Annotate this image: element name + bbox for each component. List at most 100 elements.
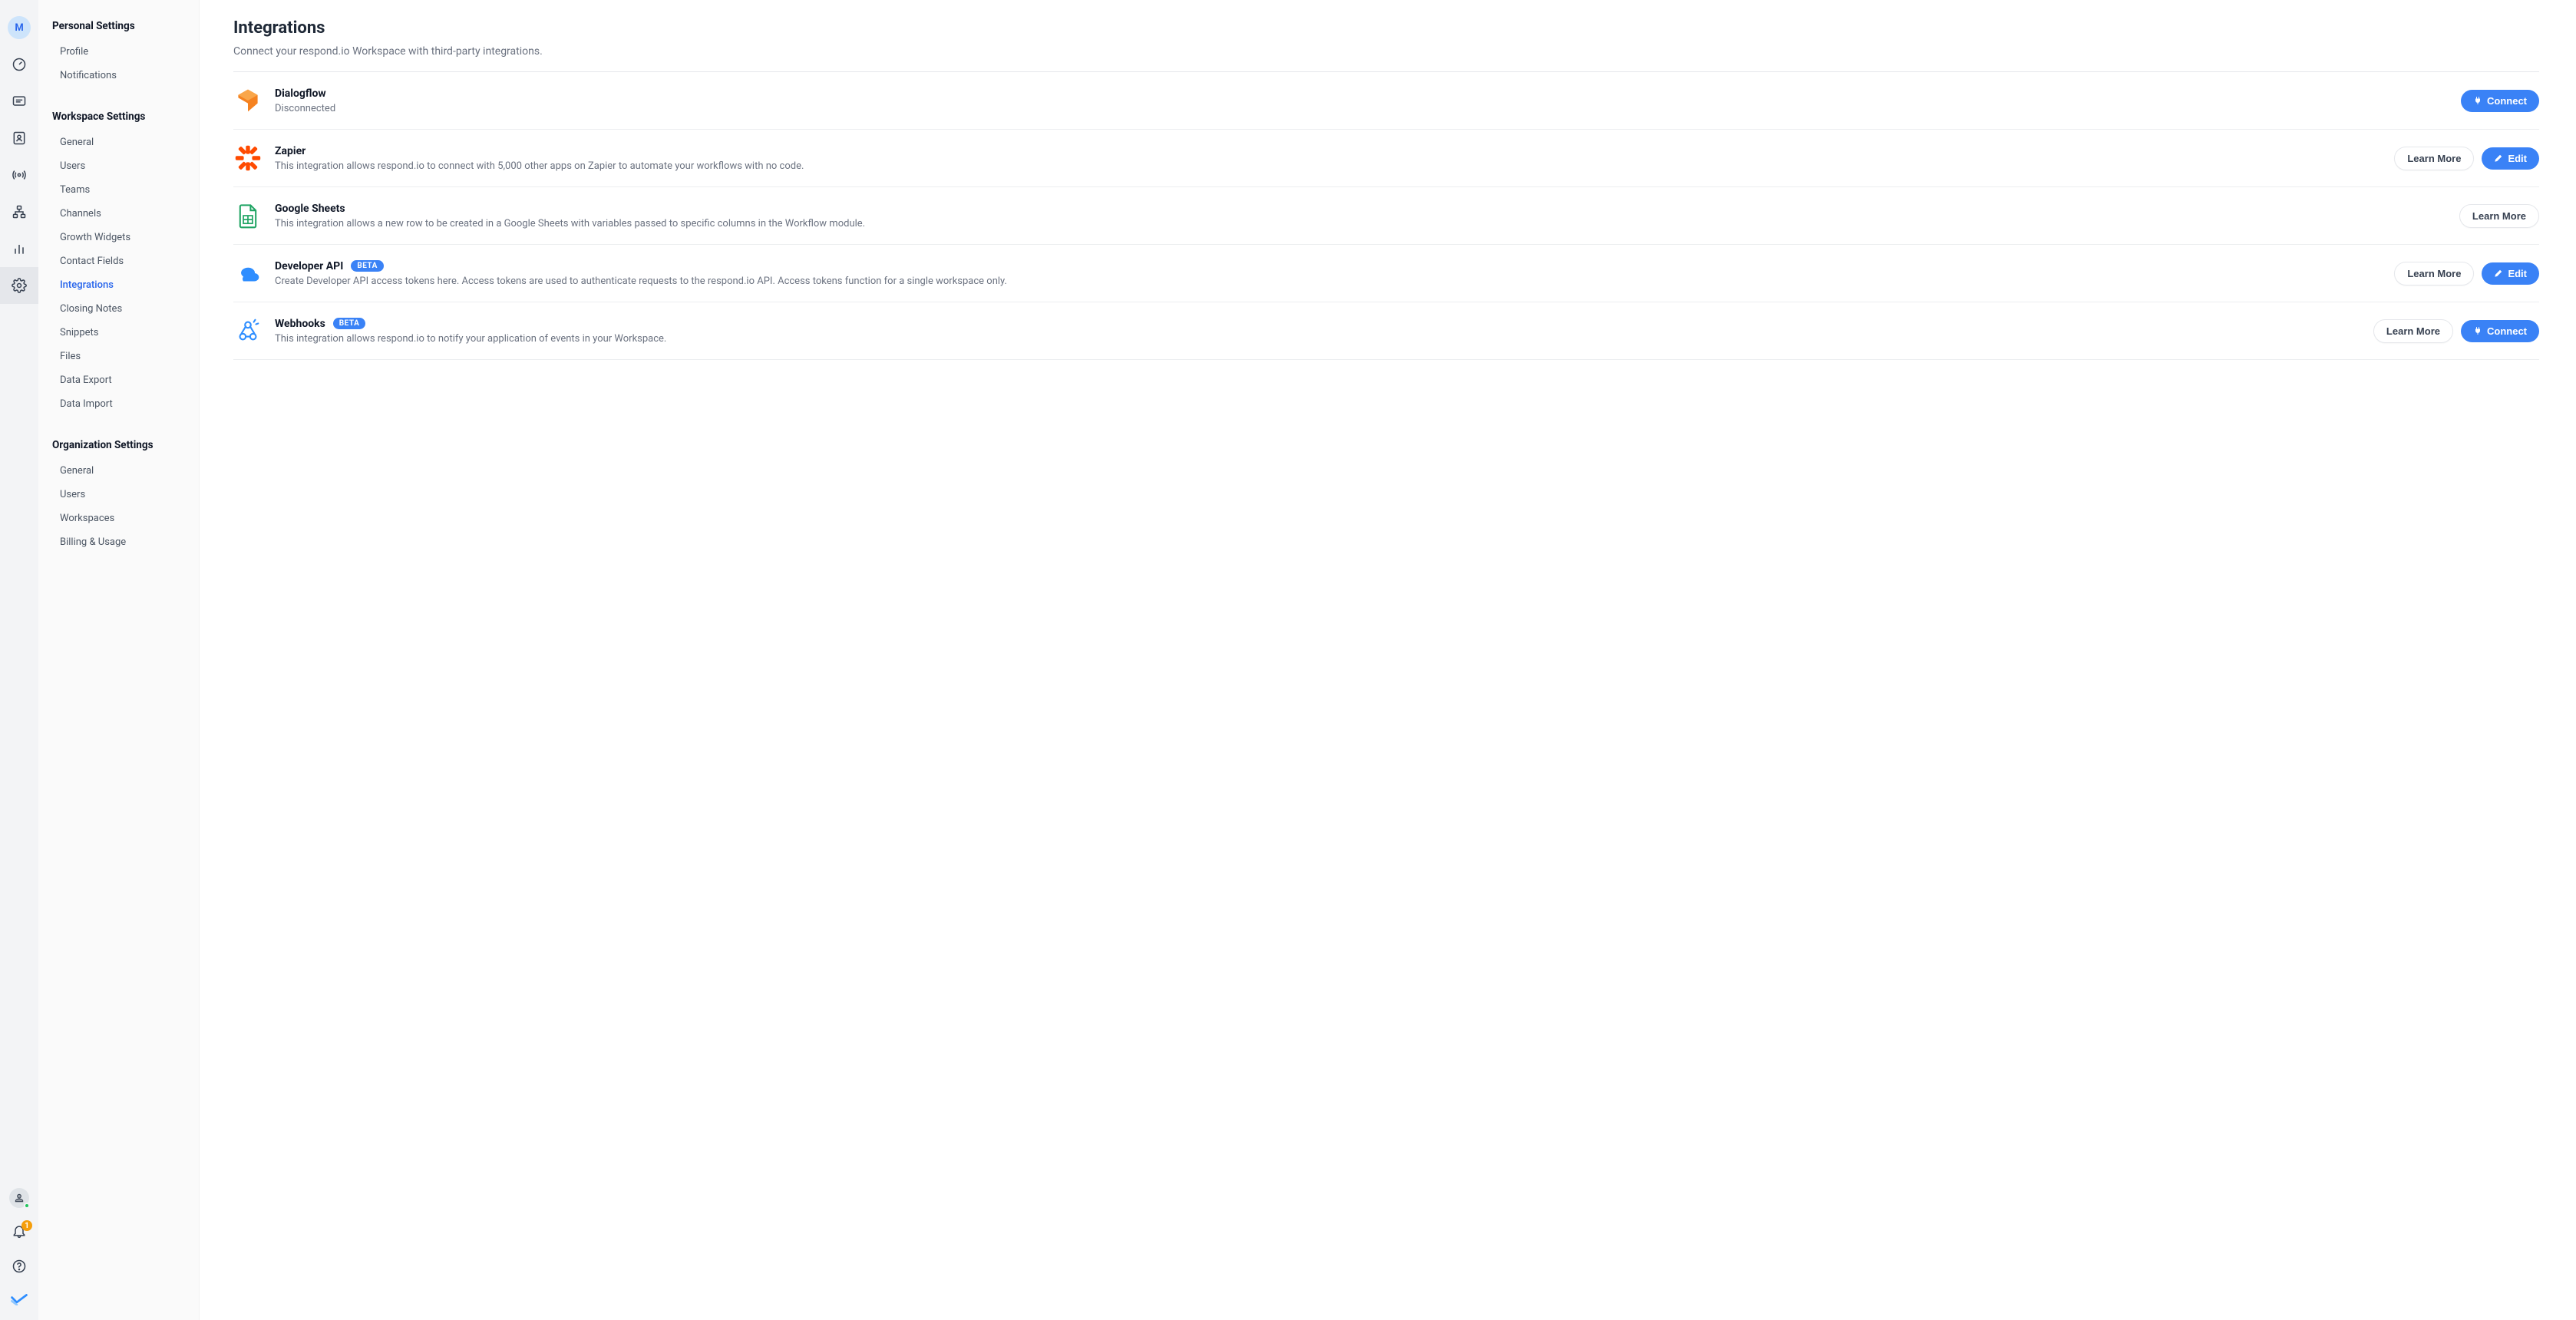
dialogflow-icon [233, 86, 263, 115]
integration-actions: Learn More Edit [2394, 262, 2539, 285]
broadcast-icon [12, 167, 27, 183]
learn-more-label: Learn More [2386, 325, 2440, 337]
page-subtitle: Connect your respond.io Workspace with t… [233, 45, 2539, 58]
gear-icon [12, 278, 27, 293]
nav-dashboard[interactable] [0, 46, 38, 83]
integration-row-googlesheets: Google Sheets This integration allows a n… [233, 187, 2539, 245]
webhooks-icon [233, 316, 263, 345]
sidebar-heading: Workspace Settings [38, 106, 199, 130]
sidebar-item-workspaces[interactable]: Workspaces [38, 507, 199, 530]
edit-button[interactable]: Edit [2482, 262, 2539, 285]
zapier-icon [233, 144, 263, 173]
notification-badge: 1 [21, 1220, 32, 1231]
integration-body: Webhooks BETA This integration allows resp… [275, 318, 2361, 345]
connect-button[interactable]: Connect [2461, 320, 2539, 342]
help-button[interactable] [0, 1251, 38, 1282]
connect-label: Connect [2487, 95, 2527, 107]
edit-label: Edit [2508, 153, 2527, 164]
nav-contacts[interactable] [0, 120, 38, 157]
integration-subtitle: This integration allows respond.io to co… [275, 160, 2382, 172]
devapi-icon [233, 259, 263, 288]
person-icon [14, 1193, 25, 1203]
integration-title: Zapier [275, 145, 305, 157]
learn-more-label: Learn More [2407, 153, 2461, 164]
logo-icon [11, 1293, 28, 1305]
sidebar-item-general[interactable]: General [38, 459, 199, 483]
gauge-icon [12, 57, 27, 72]
integration-body: Google Sheets This integration allows a n… [275, 203, 2447, 229]
settings-sidebar: Personal SettingsProfileNotifications Wor… [38, 0, 200, 1320]
sitemap-icon [12, 204, 27, 219]
learn-more-button[interactable]: Learn More [2459, 204, 2539, 228]
integration-actions: Learn More [2459, 204, 2539, 228]
integration-row-dialogflow: Dialogflow Disconnected Connect [233, 72, 2539, 130]
beta-badge: BETA [351, 260, 384, 272]
beta-badge: BETA [333, 318, 366, 329]
page-title: Integrations [233, 18, 2539, 38]
sidebar-heading: Organization Settings [38, 434, 199, 459]
integration-title: Dialogflow [275, 87, 326, 100]
sidebar-item-billing-usage[interactable]: Billing & Usage [38, 530, 199, 554]
presence-dot [24, 1203, 30, 1209]
message-icon [12, 94, 27, 109]
edit-label: Edit [2508, 268, 2527, 279]
integration-subtitle: This integration allows respond.io to no… [275, 333, 2361, 345]
workspace-avatar[interactable]: M [0, 9, 38, 46]
sidebar-item-closing-notes[interactable]: Closing Notes [38, 297, 199, 321]
sidebar-item-growth-widgets[interactable]: Growth Widgets [38, 226, 199, 249]
integration-subtitle: Disconnected [275, 103, 2449, 114]
nav-messages[interactable] [0, 83, 38, 120]
workspace-avatar-letter: M [8, 16, 31, 39]
integration-actions: Connect [2461, 90, 2539, 112]
integration-row-webhooks: Webhooks BETA This integration allows resp… [233, 302, 2539, 360]
sidebar-item-integrations[interactable]: Integrations [38, 273, 199, 297]
learn-more-button[interactable]: Learn More [2394, 147, 2474, 170]
sidebar-heading: Personal Settings [38, 15, 199, 40]
learn-more-button[interactable]: Learn More [2373, 319, 2453, 343]
contact-icon [12, 130, 27, 146]
sidebar-item-files[interactable]: Files [38, 345, 199, 368]
integration-actions: Learn More Connect [2373, 319, 2539, 343]
sidebar-item-data-import[interactable]: Data Import [38, 392, 199, 416]
integration-list: Dialogflow Disconnected Connect Zapier This … [233, 72, 2539, 360]
integration-title: Google Sheets [275, 203, 345, 215]
sidebar-item-general[interactable]: General [38, 130, 199, 154]
googlesheets-icon [233, 201, 263, 230]
integration-body: Dialogflow Disconnected [275, 87, 2449, 114]
notifications-bell[interactable]: 1 [0, 1216, 38, 1246]
integration-actions: Learn More Edit [2394, 147, 2539, 170]
integration-title: Developer API [275, 260, 343, 272]
sidebar-item-notifications[interactable]: Notifications [38, 64, 199, 87]
sidebar-item-users[interactable]: Users [38, 483, 199, 507]
nav-broadcast[interactable] [0, 157, 38, 193]
integration-body: Zapier This integration allows respond.io… [275, 145, 2382, 172]
icon-rail: M [0, 0, 38, 1320]
sidebar-item-contact-fields[interactable]: Contact Fields [38, 249, 199, 273]
sidebar-item-teams[interactable]: Teams [38, 178, 199, 202]
integration-row-zapier: Zapier This integration allows respond.io… [233, 130, 2539, 187]
sidebar-item-channels[interactable]: Channels [38, 202, 199, 226]
integration-subtitle: This integration allows a new row to be … [275, 218, 2447, 229]
edit-button[interactable]: Edit [2482, 147, 2539, 170]
app-logo [0, 1286, 38, 1312]
user-avatar[interactable] [0, 1185, 38, 1211]
sidebar-item-snippets[interactable]: Snippets [38, 321, 199, 345]
bar-chart-icon [12, 241, 27, 256]
user-avatar-circle [9, 1188, 29, 1208]
integration-title: Webhooks [275, 318, 325, 330]
nav-reports[interactable] [0, 230, 38, 267]
learn-more-button[interactable]: Learn More [2394, 262, 2474, 285]
sidebar-item-users[interactable]: Users [38, 154, 199, 178]
sidebar-item-profile[interactable]: Profile [38, 40, 199, 64]
nav-settings[interactable] [0, 267, 38, 304]
integration-body: Developer API BETA Create Developer API ac… [275, 260, 2382, 287]
learn-more-label: Learn More [2407, 268, 2461, 279]
learn-more-label: Learn More [2472, 210, 2526, 222]
connect-button[interactable]: Connect [2461, 90, 2539, 112]
main-content: Integrations Connect your respond.io Wor… [200, 0, 2576, 1320]
sidebar-item-data-export[interactable]: Data Export [38, 368, 199, 392]
help-icon [12, 1259, 27, 1274]
integration-row-devapi: Developer API BETA Create Developer API ac… [233, 245, 2539, 302]
integration-subtitle: Create Developer API access tokens here.… [275, 276, 2382, 287]
nav-workflows[interactable] [0, 193, 38, 230]
